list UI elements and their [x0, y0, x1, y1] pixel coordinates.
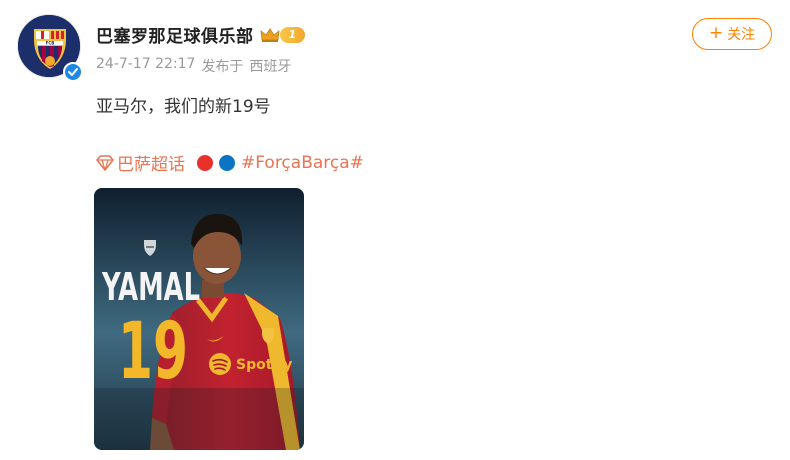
follow-button[interactable]: + 关注 — [692, 18, 772, 50]
follow-label: 关注 — [727, 27, 756, 43]
post-location: 西班牙 — [249, 59, 292, 75]
super-topic-label: 巴萨超话 — [117, 155, 185, 175]
player-number-text: 19 — [118, 307, 188, 397]
vip-level-badge[interactable]: 1 — [279, 26, 306, 43]
blue-circle-emoji — [219, 154, 235, 171]
plus-icon: + — [708, 23, 724, 43]
super-topic-link[interactable]: 巴萨超话 — [96, 150, 185, 175]
crown-icon[interactable] — [259, 27, 280, 43]
post-date[interactable]: 24-7-17 22:17 — [96, 56, 195, 76]
verified-check-icon — [68, 68, 78, 76]
post-text: 亚马尔，我们的新19号 — [96, 97, 271, 117]
hashtag-link[interactable]: #ForçaBarça# — [241, 153, 364, 173]
player-photo: Spotify YAMAL 19 — [94, 188, 304, 450]
sponsor-text: Spotify — [236, 357, 292, 373]
post-meta: 24-7-17 22:17 发布于 西班牙 — [96, 56, 291, 76]
diamond-icon — [96, 154, 114, 171]
red-circle-emoji — [197, 154, 213, 171]
topic-row: 巴萨超话 #ForçaBarça# — [96, 150, 364, 175]
player-name-text: YAMAL — [101, 265, 200, 309]
author-row: 巴塞罗那足球俱乐部 1 — [96, 22, 306, 47]
post-source-label: 发布于 — [201, 59, 244, 75]
post-image[interactable]: Spotify YAMAL 19 — [94, 188, 304, 450]
verified-badge — [63, 62, 83, 82]
author-name[interactable]: 巴塞罗那足球俱乐部 — [96, 22, 254, 47]
svg-text:FCB: FCB — [46, 41, 55, 46]
